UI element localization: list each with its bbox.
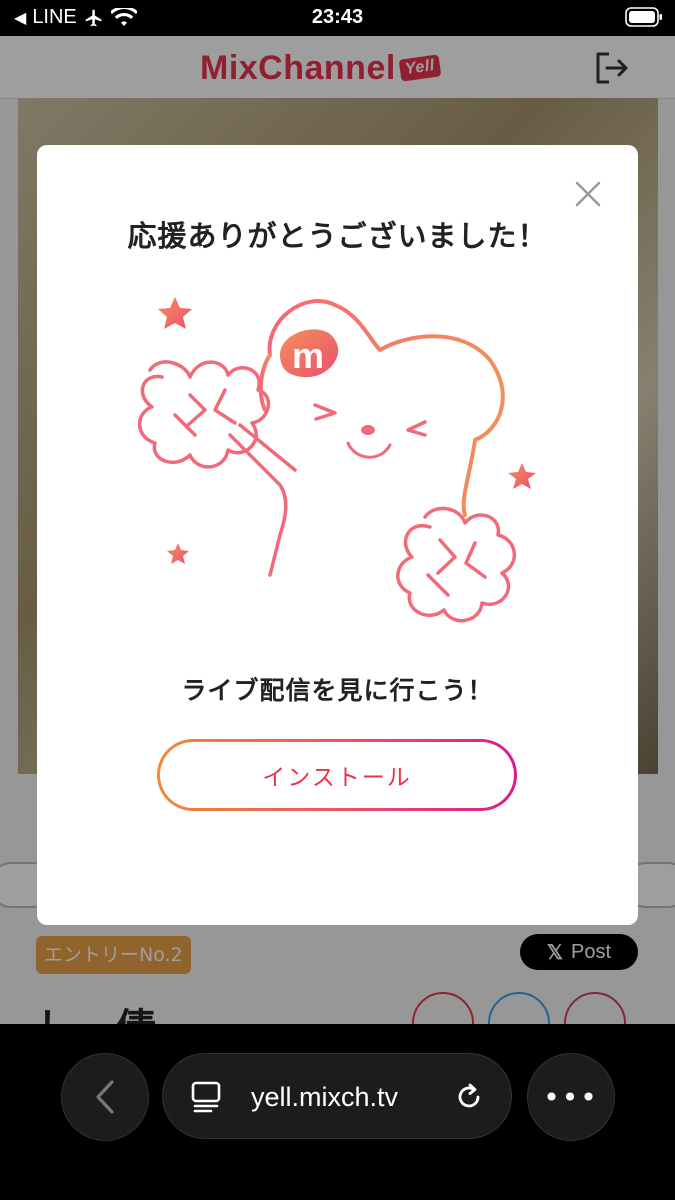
- install-button-label: インストール: [160, 742, 514, 808]
- url-text: yell.mixch.tv: [251, 1082, 399, 1112]
- close-button[interactable]: [573, 177, 603, 211]
- reload-icon[interactable]: [453, 1081, 485, 1113]
- cheer-mascot-illustration: m: [137, 297, 536, 623]
- reader-mode-icon[interactable]: [191, 1081, 221, 1113]
- status-bar: ◀ LINE 23:43: [0, 0, 675, 36]
- more-dots-icon: •••: [543, 1080, 599, 1114]
- address-bar[interactable]: yell.mixch.tv: [162, 1053, 512, 1139]
- modal-subtitle: ライブ配信を見に行こう！: [181, 676, 494, 705]
- browser-back-button[interactable]: [61, 1053, 149, 1141]
- close-icon: [575, 181, 601, 207]
- mascot-badge-letter: m: [292, 335, 324, 376]
- chevron-left-icon: [96, 1080, 114, 1114]
- more-options-button[interactable]: •••: [527, 1053, 615, 1141]
- install-button[interactable]: インストール: [157, 739, 517, 811]
- clock: 23:43: [311, 6, 364, 28]
- battery-icon: [625, 7, 662, 27]
- modal-title: 応援ありがとうございました！: [127, 219, 548, 253]
